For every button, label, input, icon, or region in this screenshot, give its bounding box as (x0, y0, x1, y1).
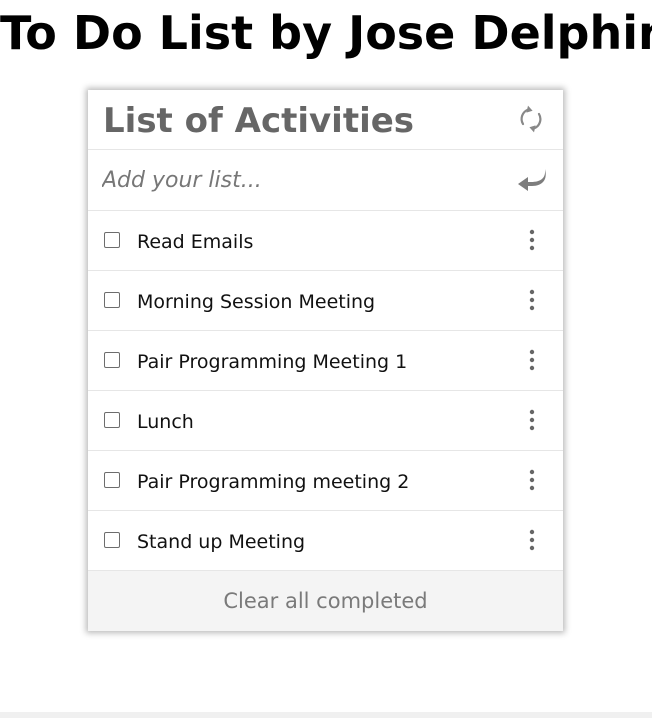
item-checkbox[interactable] (104, 292, 120, 308)
card-header: List of Activities (88, 90, 563, 150)
card-title: List of Activities (103, 101, 415, 141)
item-checkbox[interactable] (104, 472, 120, 488)
more-vertical-icon (529, 229, 535, 251)
clear-completed-button[interactable]: Clear all completed (88, 571, 563, 631)
refresh-button[interactable] (514, 102, 548, 136)
item-checkbox[interactable] (104, 232, 120, 248)
item-checkbox[interactable] (104, 532, 120, 548)
list-item: Lunch (88, 391, 563, 451)
add-item-row (88, 150, 563, 211)
item-label: Stand up Meeting (137, 531, 306, 553)
enter-icon (518, 169, 546, 191)
page: To Do List by Jose Delphin List of Activ… (0, 0, 652, 718)
more-vertical-icon (529, 469, 535, 491)
list-item: Morning Session Meeting (88, 271, 563, 331)
add-item-input[interactable] (102, 164, 502, 196)
item-menu-button[interactable] (522, 348, 542, 374)
list-item: Pair Programming meeting 2 (88, 451, 563, 511)
item-menu-button[interactable] (522, 528, 542, 554)
bottom-divider (0, 712, 652, 718)
list-item: Read Emails (88, 211, 563, 271)
more-vertical-icon (529, 349, 535, 371)
item-label: Morning Session Meeting (137, 291, 376, 313)
item-label: Pair Programming meeting 2 (137, 471, 410, 493)
more-vertical-icon (529, 289, 535, 311)
item-menu-button[interactable] (522, 408, 542, 434)
page-title: To Do List by Jose Delphin (0, 6, 652, 60)
item-label: Pair Programming Meeting 1 (137, 351, 408, 373)
card-footer: Clear all completed (88, 571, 563, 631)
item-menu-button[interactable] (522, 288, 542, 314)
list-item: Stand up Meeting (88, 511, 563, 571)
todo-list: Read Emails Morning Session Meeting Pair… (88, 211, 563, 571)
more-vertical-icon (529, 409, 535, 431)
item-label: Read Emails (137, 231, 254, 253)
item-checkbox[interactable] (104, 352, 120, 368)
todo-card: List of Activities Add your list... Read… (88, 90, 563, 631)
more-vertical-icon (529, 529, 535, 551)
item-menu-button[interactable] (522, 468, 542, 494)
list-item: Pair Programming Meeting 1 (88, 331, 563, 391)
item-menu-button[interactable] (522, 228, 542, 254)
refresh-icon (520, 105, 542, 133)
item-checkbox[interactable] (104, 412, 120, 428)
enter-button[interactable] (515, 164, 549, 194)
item-label: Lunch (137, 411, 194, 433)
